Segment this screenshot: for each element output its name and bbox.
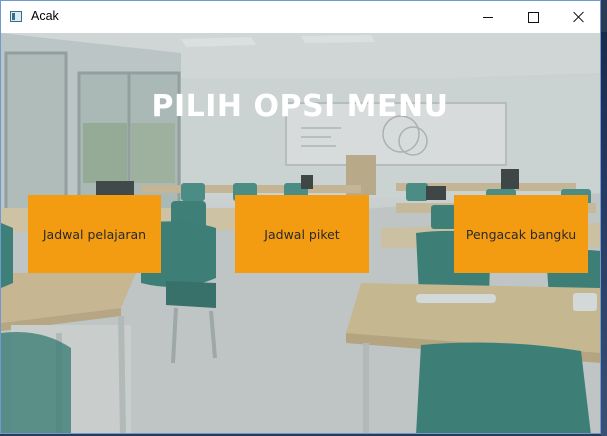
minimize-button[interactable] [465, 1, 511, 33]
pengacak-bangku-button[interactable]: Pengacak bangku [454, 195, 588, 273]
background-app-strip [601, 32, 607, 436]
app-window-icon [10, 11, 22, 22]
window-title: Acak [31, 9, 59, 23]
maximize-button[interactable] [510, 1, 556, 33]
jadwal-pelajaran-button[interactable]: Jadwal pelajaran [28, 195, 161, 273]
main-content: PILIH OPSI MENU Jadwal pelajaran Jadwal … [1, 33, 600, 433]
menu-title: PILIH OPSI MENU [151, 89, 449, 124]
close-button[interactable] [556, 1, 600, 33]
app-window: Acak PILIH OPSI MENU Jadwal pelajaran Ja… [0, 0, 601, 434]
maximize-icon [527, 11, 539, 23]
close-icon [573, 11, 585, 23]
jadwal-piket-button[interactable]: Jadwal piket [235, 195, 369, 273]
minimize-icon [483, 16, 493, 18]
title-bar[interactable]: Acak [1, 1, 600, 33]
